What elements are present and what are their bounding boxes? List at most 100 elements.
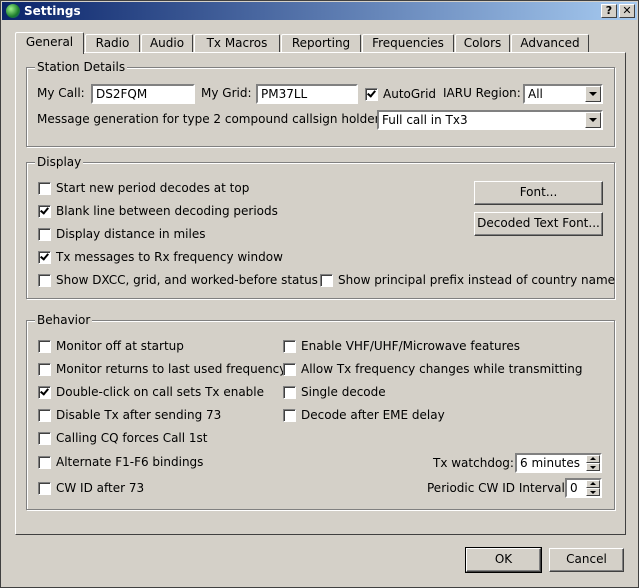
blank-line-checkbox[interactable]: Blank line between decoding periods	[38, 203, 298, 219]
general-tab-panel: Station Details My Call: DS2FQM My Grid:…	[15, 52, 626, 535]
check-box[interactable]	[283, 386, 296, 399]
option-label: Monitor off at startup	[56, 339, 184, 353]
spin-up-icon[interactable]	[586, 455, 600, 463]
spin-buttons[interactable]	[586, 455, 600, 471]
iaru-region-value: All	[528, 87, 543, 101]
settings-dialog: Settings ? ✕ General Radio Audio Tx Macr…	[0, 0, 639, 588]
ok-button[interactable]: OK	[465, 547, 542, 573]
check-box[interactable]	[38, 228, 51, 241]
tab-reporting[interactable]: Reporting	[281, 34, 361, 53]
check-box[interactable]	[320, 274, 333, 287]
msg-gen-value: Full call in Tx3	[382, 113, 468, 127]
option-label: Single decode	[301, 385, 386, 399]
check-box[interactable]	[38, 456, 51, 469]
tab-radio[interactable]: Radio	[85, 34, 140, 53]
app-globe-icon	[6, 4, 20, 18]
start-new-period-checkbox[interactable]: Start new period decodes at top	[38, 180, 268, 196]
check-box[interactable]	[38, 363, 51, 376]
autogrid-check-box[interactable]	[365, 88, 378, 101]
option-label: Alternate F1-F6 bindings	[56, 455, 204, 469]
iaru-region-select[interactable]: All	[523, 84, 603, 104]
help-button[interactable]: ?	[601, 4, 617, 18]
autogrid-checkbox[interactable]: AutoGrid	[365, 86, 445, 102]
spin-buttons[interactable]	[586, 480, 600, 496]
my-grid-input[interactable]: PM37LL	[256, 84, 358, 104]
option-label: Blank line between decoding periods	[56, 204, 278, 218]
tx-watchdog-value: 6 minutes	[520, 456, 581, 470]
option-label: Display distance in miles	[56, 227, 206, 241]
option-label: Show DXCC, grid, and worked-before statu…	[56, 273, 318, 287]
my-grid-label: My Grid:	[201, 86, 252, 100]
option-label: Show principal prefix instead of country…	[338, 273, 616, 287]
tab-tx-macros[interactable]: Tx Macros	[194, 34, 280, 53]
cancel-button[interactable]: Cancel	[549, 548, 624, 572]
option-label: Allow Tx frequency changes while transmi…	[301, 362, 583, 376]
msg-gen-label: Message generation for type 2 compound c…	[37, 112, 390, 126]
check-box[interactable]	[283, 363, 296, 376]
check-box[interactable]	[38, 205, 51, 218]
check-box[interactable]	[38, 340, 51, 353]
alternate-bindings-checkbox[interactable]: Alternate F1-F6 bindings	[38, 454, 238, 470]
tx-watchdog-label: Tx watchdog:	[433, 456, 514, 470]
chevron-down-icon[interactable]	[585, 112, 601, 128]
tab-frequencies[interactable]: Frequencies	[362, 34, 454, 53]
station-details-title: Station Details	[35, 60, 128, 74]
check-box[interactable]	[38, 274, 51, 287]
autogrid-label: AutoGrid	[383, 87, 437, 101]
check-box[interactable]	[38, 409, 51, 422]
iaru-region-label: IARU Region:	[443, 86, 521, 100]
my-call-label: My Call:	[37, 86, 85, 100]
disable-tx-73-checkbox[interactable]: Disable Tx after sending 73	[38, 407, 238, 423]
distance-miles-checkbox[interactable]: Display distance in miles	[38, 226, 238, 242]
spin-down-icon[interactable]	[586, 488, 600, 496]
double-click-tx-checkbox[interactable]: Double-click on call sets Tx enable	[38, 384, 278, 400]
close-button[interactable]: ✕	[619, 4, 635, 18]
vhf-uhf-checkbox[interactable]: Enable VHF/UHF/Microwave features	[283, 338, 543, 354]
monitor-off-checkbox[interactable]: Monitor off at startup	[38, 338, 258, 354]
cw-interval-value: 0	[570, 481, 578, 495]
title-bar[interactable]: Settings ? ✕	[2, 2, 637, 20]
check-box[interactable]	[38, 251, 51, 264]
font-button[interactable]: Font...	[474, 181, 603, 205]
behavior-group: Behavior Monitor off at startup Monitor …	[26, 313, 615, 510]
principal-prefix-checkbox[interactable]: Show principal prefix instead of country…	[320, 272, 615, 288]
option-label: Double-click on call sets Tx enable	[56, 385, 265, 399]
check-box[interactable]	[283, 409, 296, 422]
chevron-down-icon[interactable]	[585, 86, 601, 102]
msg-gen-select[interactable]: Full call in Tx3	[377, 110, 603, 130]
check-box[interactable]	[283, 340, 296, 353]
check-box[interactable]	[38, 182, 51, 195]
option-label: Decode after EME delay	[301, 408, 445, 422]
station-details-group: Station Details My Call: DS2FQM My Grid:…	[26, 60, 615, 147]
allow-tx-change-checkbox[interactable]: Allow Tx frequency changes while transmi…	[283, 361, 583, 377]
tx-watchdog-spinbox[interactable]: 6 minutes	[515, 453, 602, 473]
tab-colors[interactable]: Colors	[455, 34, 510, 53]
option-label: Disable Tx after sending 73	[56, 408, 222, 422]
check-box[interactable]	[38, 432, 51, 445]
option-label: Tx messages to Rx frequency window	[56, 250, 283, 264]
monitor-returns-checkbox[interactable]: Monitor returns to last used frequency	[38, 361, 286, 377]
display-title: Display	[35, 155, 84, 169]
cw-interval-spinbox[interactable]: 0	[565, 478, 602, 498]
cw-interval-label: Periodic CW ID Interval:	[427, 481, 569, 495]
spin-down-icon[interactable]	[586, 463, 600, 471]
decoded-text-font-button[interactable]: Decoded Text Font...	[474, 212, 603, 236]
tab-general[interactable]: General	[15, 32, 84, 54]
show-dxcc-checkbox[interactable]: Show DXCC, grid, and worked-before statu…	[38, 272, 318, 288]
tab-audio[interactable]: Audio	[141, 34, 193, 53]
option-label: Enable VHF/UHF/Microwave features	[301, 339, 520, 353]
cw-id-checkbox[interactable]: CW ID after 73	[38, 480, 188, 496]
tab-advanced[interactable]: Advanced	[511, 34, 589, 53]
check-box[interactable]	[38, 482, 51, 495]
option-label: Start new period decodes at top	[56, 181, 250, 195]
spin-up-icon[interactable]	[586, 480, 600, 488]
tx-to-rx-checkbox[interactable]: Tx messages to Rx frequency window	[38, 249, 298, 265]
calling-cq-checkbox[interactable]: Calling CQ forces Call 1st	[38, 430, 238, 446]
window-title: Settings	[24, 4, 81, 18]
option-label: Calling CQ forces Call 1st	[56, 431, 208, 445]
behavior-title: Behavior	[35, 313, 93, 327]
eme-delay-checkbox[interactable]: Decode after EME delay	[283, 407, 483, 423]
check-box[interactable]	[38, 386, 51, 399]
single-decode-checkbox[interactable]: Single decode	[283, 384, 433, 400]
my-call-input[interactable]: DS2FQM	[91, 84, 195, 104]
